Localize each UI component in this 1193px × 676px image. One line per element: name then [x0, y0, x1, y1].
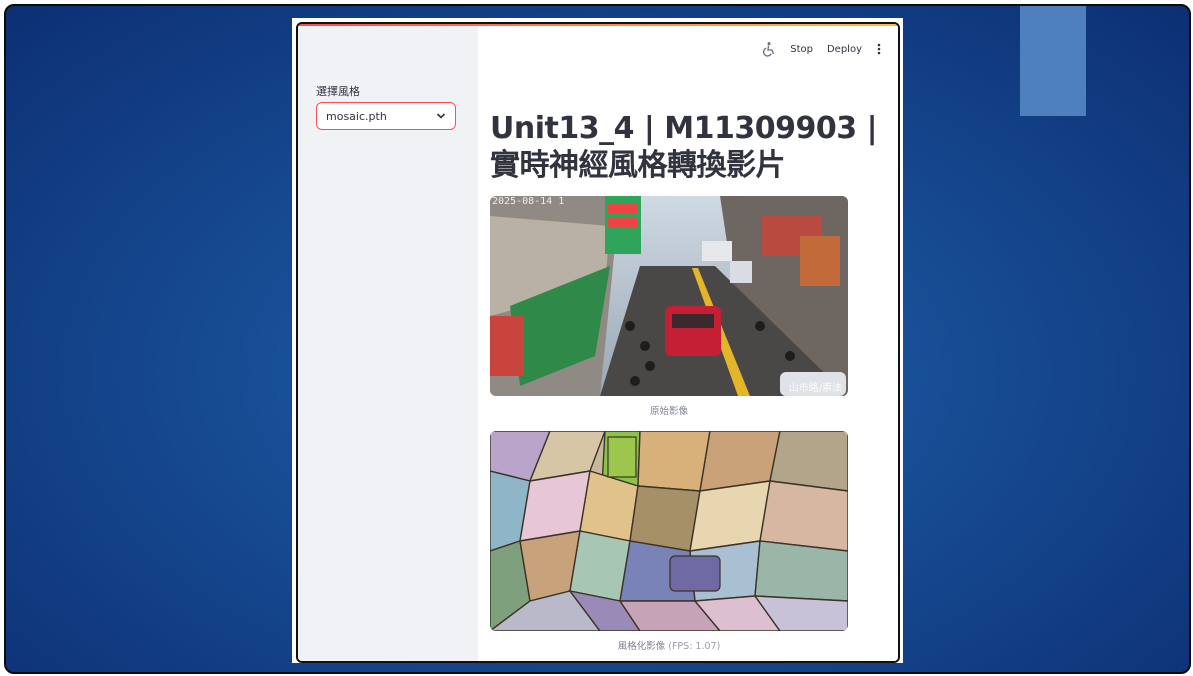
- mosaic-style-image: [490, 431, 848, 631]
- slide-decoration: [1020, 6, 1086, 116]
- fps-readout: (FPS: 1.07): [668, 641, 721, 652]
- app-screenshot: 選擇風格 mosaic.pth Stop Deploy Unit13_4 | M…: [292, 18, 903, 663]
- running-status-icon: [763, 42, 775, 57]
- app-window: 選擇風格 mosaic.pth Stop Deploy Unit13_4 | M…: [296, 22, 900, 663]
- original-frame-image: 2025-08-14 1 山市路/崇法: [490, 196, 848, 396]
- sidebar: 選擇風格 mosaic.pth: [298, 26, 478, 661]
- stop-button[interactable]: Stop: [790, 44, 813, 55]
- slide-background: 選擇風格 mosaic.pth Stop Deploy Unit13_4 | M…: [4, 4, 1191, 674]
- video-timestamp: 2025-08-14 1: [492, 196, 565, 207]
- toolbar: Stop Deploy: [760, 41, 882, 57]
- deploy-button[interactable]: Deploy: [827, 44, 862, 55]
- main-menu-icon[interactable]: [876, 42, 882, 56]
- style-select-label: 選擇風格: [316, 85, 360, 98]
- main-content: Stop Deploy Unit13_4 | M11309903 | 實時神經風…: [478, 26, 898, 661]
- original-image-caption: 原始影像: [649, 406, 688, 417]
- stylized-image-caption: 風格化影像 (FPS: 1.07): [490, 638, 848, 652]
- chevron-down-icon: [436, 113, 446, 119]
- camera-watermark: 山市路/崇法: [788, 383, 842, 394]
- stylized-caption-label: 風格化影像: [617, 641, 666, 652]
- style-select-value: mosaic.pth: [326, 110, 387, 123]
- page-title: Unit13_4 | M11309903 | 實時神經風格轉換影片: [490, 111, 878, 183]
- street-scene-image: [490, 196, 848, 396]
- stylized-frame-image: [490, 431, 848, 631]
- style-select[interactable]: mosaic.pth: [316, 102, 456, 130]
